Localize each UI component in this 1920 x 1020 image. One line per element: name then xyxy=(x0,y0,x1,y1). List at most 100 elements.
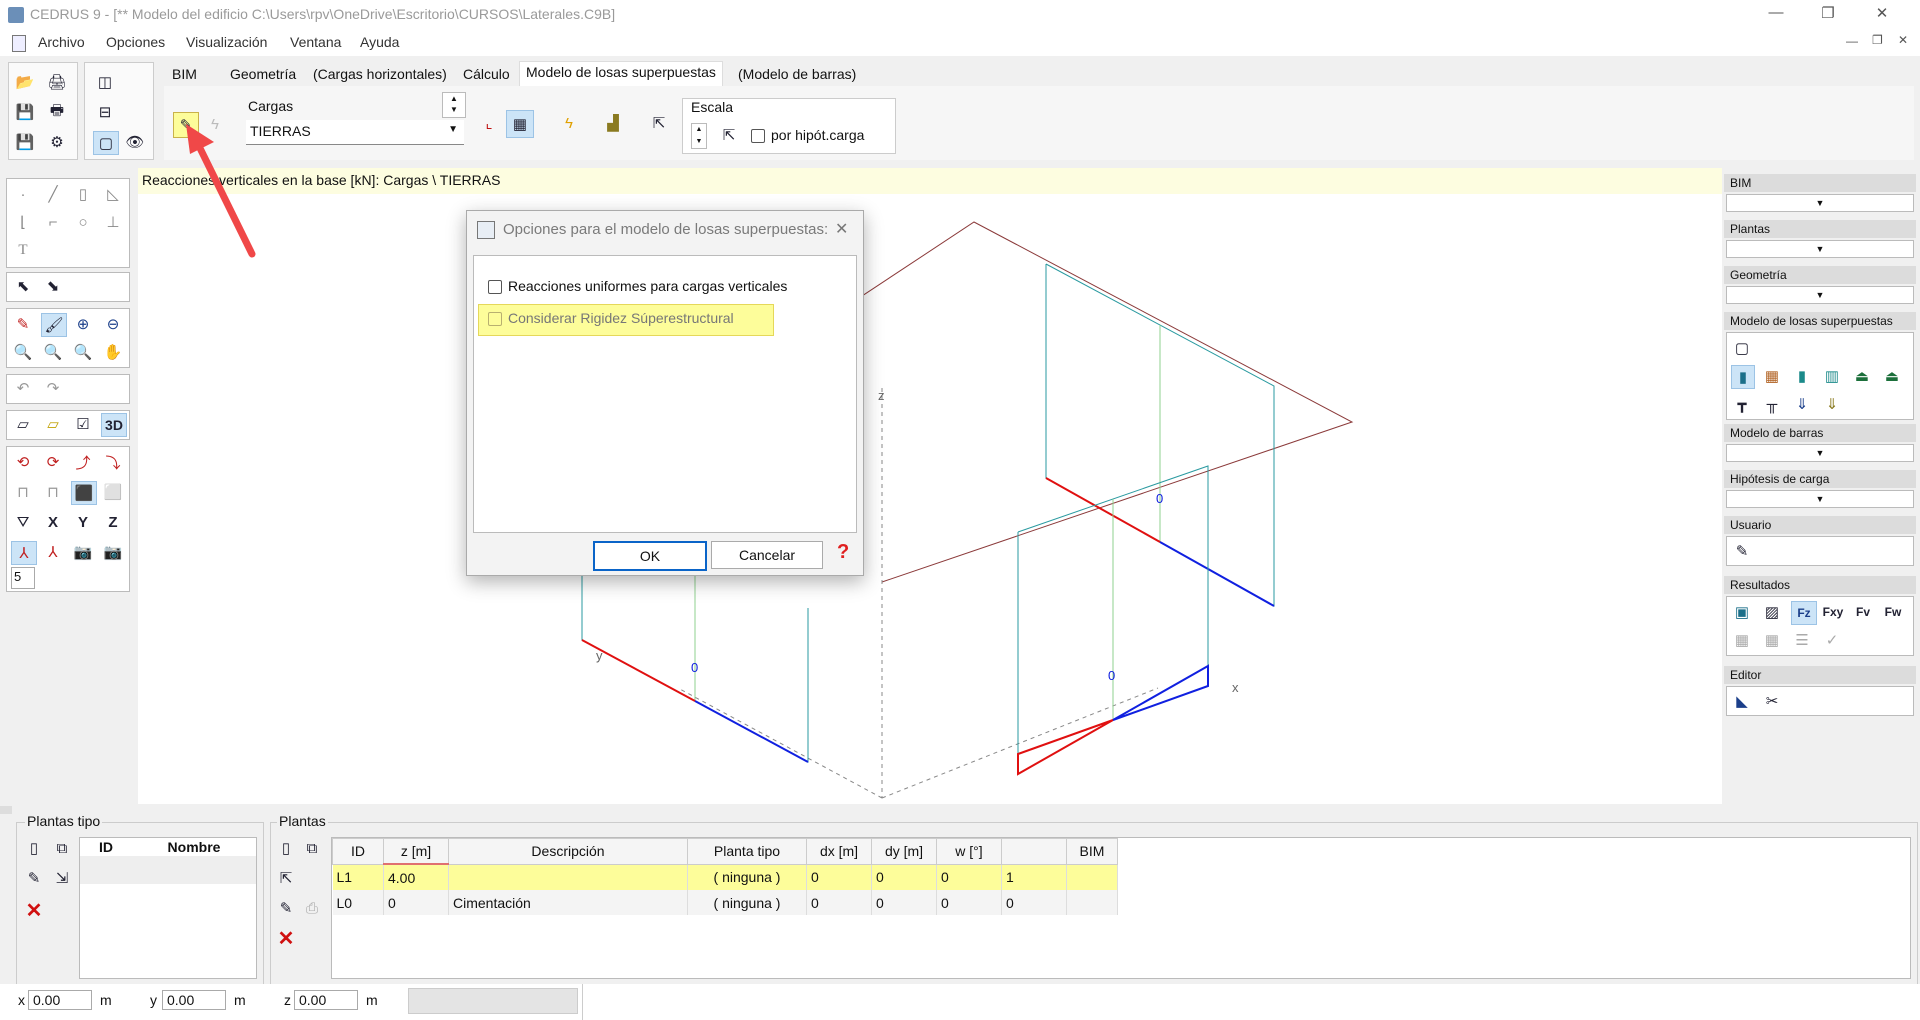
mdi-restore-icon[interactable]: ❐ xyxy=(1872,33,1883,47)
undo-icon[interactable]: ↶ xyxy=(11,377,35,399)
plantas-new-icon[interactable]: ▯ xyxy=(275,837,297,859)
help-icon[interactable]: ? xyxy=(837,541,849,564)
results-list-icon[interactable]: ☰ xyxy=(1791,629,1813,651)
tab-modelo-barras[interactable]: (Modelo de barras) xyxy=(732,64,862,84)
ok-button[interactable]: OK xyxy=(593,541,707,571)
cancel-button[interactable]: Cancelar xyxy=(711,541,823,569)
section-resultados[interactable]: Resultados xyxy=(1724,576,1916,594)
menu-opciones[interactable]: Opciones xyxy=(106,34,165,50)
close-button[interactable]: ✕ xyxy=(1862,4,1902,26)
eye-icon[interactable]: 👁 xyxy=(123,131,147,153)
arc-polyline-icon[interactable]: ⌐ xyxy=(41,211,65,233)
zoom-out-icon[interactable]: ⊖ xyxy=(101,313,125,335)
foundation-icon[interactable]: ▟ xyxy=(600,110,626,136)
bottom-grip[interactable] xyxy=(0,806,12,814)
escala-spinner[interactable]: ▲ ▼ xyxy=(691,123,707,149)
split-vertical-icon[interactable]: ◫ xyxy=(93,71,117,93)
save-as-icon[interactable]: 💾 xyxy=(13,131,37,153)
wall-tool-icon[interactable]: ▮ xyxy=(1731,365,1755,389)
polygon-icon[interactable]: ◺ xyxy=(101,183,125,205)
plantas-tipo-export-icon[interactable]: ⇲ xyxy=(51,867,73,889)
cell-dx[interactable]: 0 xyxy=(806,864,872,890)
rectangle-icon[interactable]: ▯ xyxy=(71,183,95,205)
section-bim[interactable]: BIM xyxy=(1724,174,1916,192)
support-add-icon[interactable]: ⏏ xyxy=(1881,365,1903,387)
cube-shaded-icon[interactable]: ⬛ xyxy=(71,481,97,505)
plantas-tipo-col-id[interactable]: ID xyxy=(80,838,132,856)
col-id[interactable]: ID xyxy=(332,838,384,865)
circle-icon[interactable]: ○ xyxy=(71,211,95,233)
plantas-import-icon[interactable]: ⇱ xyxy=(275,867,297,889)
tab-modelo-losas[interactable]: Modelo de losas superpuestas xyxy=(519,61,723,88)
plantas-tipo-copy-icon[interactable]: ⧉ xyxy=(51,837,73,859)
result-fv-button[interactable]: Fv xyxy=(1851,601,1875,623)
cell-extra[interactable]: 1 xyxy=(1001,864,1067,890)
cell-z[interactable]: 0 xyxy=(383,890,449,915)
export-icon[interactable]: ⇱ xyxy=(646,110,672,136)
checklist-icon[interactable]: ☑ xyxy=(71,413,95,435)
section-usuario[interactable]: Usuario xyxy=(1724,516,1916,534)
scissors-icon[interactable]: ✂ xyxy=(1761,690,1783,712)
plantas-camera-icon[interactable]: ⎙ xyxy=(301,897,323,919)
rotate-down-icon[interactable]: ⤵ xyxy=(101,451,125,473)
axes-3d-icon[interactable]: ⅄ xyxy=(11,541,37,565)
pencil-icon[interactable]: ✎ xyxy=(1731,540,1753,562)
single-view-icon[interactable]: ▢ xyxy=(93,131,119,155)
wall-teal-icon[interactable]: ▮ xyxy=(1791,365,1813,387)
frame-view-2-icon[interactable]: ⊓ xyxy=(41,481,65,503)
menu-visualizacion[interactable]: Visualización xyxy=(186,34,267,50)
col-descripcion[interactable]: Descripción xyxy=(448,838,688,865)
beam-pi-icon[interactable]: ╥ xyxy=(1761,393,1783,415)
result-fw-button[interactable]: Fw xyxy=(1881,601,1905,623)
z-coord-field[interactable]: 0.00 xyxy=(294,990,358,1010)
erase-icon[interactable]: ✎ xyxy=(11,313,35,335)
pan-hand-icon[interactable]: ✋ xyxy=(101,341,125,363)
section-editor[interactable]: Editor xyxy=(1724,666,1916,684)
cell-extra[interactable]: 0 xyxy=(1001,890,1067,915)
rotate-right-icon[interactable]: ⟳ xyxy=(41,451,65,473)
scale-export-icon[interactable]: ⇱ xyxy=(719,125,739,145)
reacciones-uniformes-checkbox[interactable] xyxy=(488,280,502,294)
load-down-icon[interactable]: ⇓ xyxy=(1791,393,1813,415)
view-x-button[interactable]: X xyxy=(41,511,65,533)
section-geometria[interactable]: Geometría xyxy=(1724,266,1916,284)
zoom-level-field[interactable]: 5 xyxy=(11,567,35,589)
cell-planta-tipo[interactable]: ( ninguna ) xyxy=(687,890,807,915)
section-hipotesis[interactable]: Hipótesis de carga xyxy=(1724,470,1916,488)
settings-icon[interactable]: ⚙ xyxy=(45,131,69,153)
polyline-icon[interactable]: ⌊ xyxy=(11,211,35,233)
y-coord-field[interactable]: 0.00 xyxy=(162,990,226,1010)
cell-id[interactable]: L1 xyxy=(332,864,384,890)
cell-descripcion[interactable]: Cimentación xyxy=(448,890,688,915)
frame-view-icon[interactable]: ⊓ xyxy=(11,481,35,503)
dialog-close-icon[interactable]: ✕ xyxy=(835,219,848,239)
menu-archivo[interactable]: Archivo xyxy=(38,34,85,50)
results-table-icon[interactable]: ▣ xyxy=(1731,601,1753,623)
wall-double-icon[interactable]: ▥ xyxy=(1821,365,1843,387)
table-icon[interactable]: ▦ xyxy=(506,110,534,138)
plantas-tipo-new-icon[interactable]: ▯ xyxy=(23,837,45,859)
result-fxy-button[interactable]: Fxy xyxy=(1821,601,1845,623)
support-icon[interactable]: ⏏ xyxy=(1851,365,1873,387)
plane-icon[interactable]: ▱ xyxy=(11,413,35,435)
plantas-combo[interactable]: ▼ xyxy=(1726,240,1914,258)
paint-icon[interactable]: 🖌 xyxy=(41,313,67,337)
lightning-icon[interactable]: ϟ xyxy=(556,110,582,136)
axes-light-icon[interactable]: ⅄ xyxy=(41,541,65,563)
x-coord-field[interactable]: 0.00 xyxy=(28,990,92,1010)
cube-icon[interactable]: ⬜ xyxy=(101,481,125,503)
cell-bim[interactable] xyxy=(1066,864,1118,890)
line-icon[interactable]: ╱ xyxy=(41,183,65,205)
split-horizontal-icon[interactable]: ⊟ xyxy=(93,101,117,123)
tab-cargas-horizontales[interactable]: (Cargas horizontales) xyxy=(307,64,453,84)
redo-icon[interactable]: ↷ xyxy=(41,377,65,399)
hipotesis-combo[interactable]: ▼ xyxy=(1726,490,1914,508)
col-blank[interactable] xyxy=(1001,838,1067,865)
plantas-tipo-empty-cell[interactable] xyxy=(132,856,256,884)
col-dx[interactable]: dx [m] xyxy=(806,838,872,865)
section-modelo-barras[interactable]: Modelo de barras xyxy=(1724,424,1916,442)
results-grid2-icon[interactable]: ▦ xyxy=(1761,629,1783,651)
section-modelo-losas[interactable]: Modelo de losas superpuestas xyxy=(1724,312,1916,330)
select-icon[interactable]: ⬉ xyxy=(11,275,35,297)
cell-dx[interactable]: 0 xyxy=(806,890,872,915)
